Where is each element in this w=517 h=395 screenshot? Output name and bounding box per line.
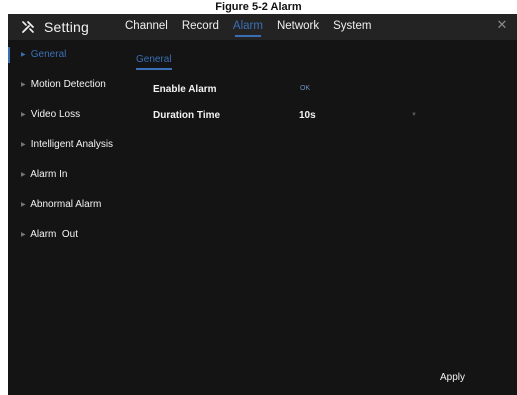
arrow-right-icon: ▶ xyxy=(21,82,26,88)
duration-time-label: Duration Time xyxy=(153,110,221,121)
tab-system[interactable]: System xyxy=(326,14,378,40)
sidebar-item-label: Intelligent Analysis xyxy=(30,139,114,150)
sidebar-item-label: General xyxy=(30,49,67,60)
app-title: Setting xyxy=(20,17,89,37)
settings-window: Setting Channel Record Alarm Network Sys… xyxy=(8,14,517,395)
subtab-general[interactable]: General xyxy=(136,54,172,70)
duration-time-select[interactable]: 10s ▼ xyxy=(299,109,419,123)
sidebar-item-label: Video Loss xyxy=(30,109,81,120)
main-tabs: Channel Record Alarm Network System xyxy=(118,14,378,40)
chevron-down-icon: ▼ xyxy=(411,112,417,118)
arrow-right-icon: ▶ xyxy=(21,172,26,178)
sidebar-item-label: Abnormal Alarm xyxy=(30,199,102,210)
tab-label: Channel xyxy=(125,20,168,32)
figure-caption: Figure 5-2 Alarm xyxy=(215,1,302,13)
title-bar: Setting Channel Record Alarm Network Sys… xyxy=(8,14,517,40)
arrow-right-icon: ▶ xyxy=(21,202,26,208)
tab-alarm[interactable]: Alarm xyxy=(226,14,270,40)
sidebar-item-label: Alarm Out xyxy=(30,229,79,240)
active-tab-underline xyxy=(234,35,261,37)
tab-label: System xyxy=(333,20,372,32)
arrow-right-icon: ▶ xyxy=(21,112,26,118)
tab-channel[interactable]: Channel xyxy=(118,14,175,40)
tab-label: Record xyxy=(181,20,219,32)
sidebar: ▶ General ▶ Motion Detection ▶ Video Los… xyxy=(8,40,128,395)
arrow-right-icon: ▶ xyxy=(21,52,26,58)
sidebar-item-alarm-out[interactable]: ▶ Alarm Out xyxy=(8,220,128,250)
sidebar-item-label: Alarm In xyxy=(30,169,68,180)
tab-label: Alarm xyxy=(232,20,263,32)
sidebar-item-video-loss[interactable]: ▶ Video Loss xyxy=(8,100,128,130)
tab-label: Network xyxy=(276,20,320,32)
tab-record[interactable]: Record xyxy=(175,14,226,40)
enable-alarm-checkbox[interactable]: OK xyxy=(297,83,313,95)
app-title-text: Setting xyxy=(44,19,89,35)
sidebar-item-general[interactable]: ▶ General xyxy=(8,40,128,70)
arrow-right-icon: ▶ xyxy=(21,142,26,148)
sidebar-item-alarm-in[interactable]: ▶ Alarm In xyxy=(8,160,128,190)
sidebar-item-label: Motion Detection xyxy=(30,79,106,90)
arrow-right-icon: ▶ xyxy=(21,232,26,238)
subtab-label: General xyxy=(136,54,172,65)
enable-alarm-label: Enable Alarm xyxy=(153,84,217,95)
apply-button[interactable]: Apply xyxy=(440,372,465,383)
tool-icon xyxy=(22,21,34,33)
duration-time-value: 10s xyxy=(299,110,316,121)
sidebar-item-abnormal-alarm[interactable]: ▶ Abnormal Alarm xyxy=(8,190,128,220)
active-item-marker xyxy=(8,47,10,63)
sidebar-item-motion-detection[interactable]: ▶ Motion Detection xyxy=(8,70,128,100)
close-icon[interactable]: ✕ xyxy=(495,18,509,32)
subtab-underline xyxy=(136,68,172,70)
tab-network[interactable]: Network xyxy=(270,14,326,40)
sidebar-item-intelligent-analysis[interactable]: ▶ Intelligent Analysis xyxy=(8,130,128,160)
